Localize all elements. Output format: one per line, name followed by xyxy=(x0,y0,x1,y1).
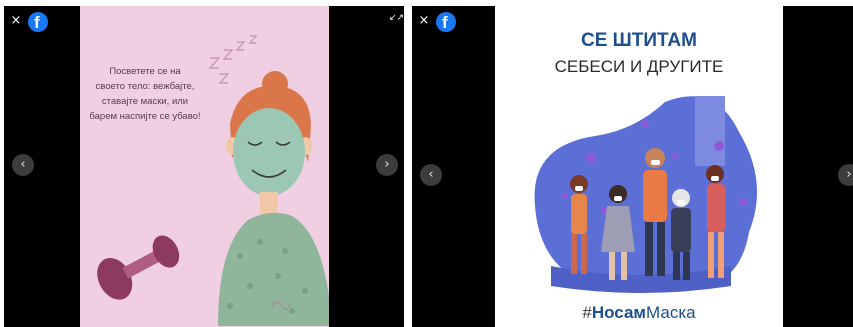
hashtag-prefix: # xyxy=(582,303,592,322)
people-wearing-masks-illustration xyxy=(534,96,757,293)
close-icon[interactable]: × xyxy=(417,14,431,28)
facebook-icon[interactable]: f xyxy=(28,12,48,32)
hashtag-regular: Маска xyxy=(646,303,696,322)
prev-slide-button[interactable]: ‹ xyxy=(12,154,34,176)
poster-hashtag: #НосамМаска xyxy=(495,303,783,323)
slide-caption: Посветете се на своето тело: вежбајте, с… xyxy=(89,66,201,122)
facebook-icon[interactable]: f xyxy=(436,12,456,32)
prev-slide-button[interactable]: ‹ xyxy=(420,164,442,186)
image-viewer-2: СЕ ШТИТАМ СЕБЕСИ И ДРУГИТЕ #НосамМаска ×… xyxy=(412,6,853,327)
expand-icon[interactable]: ↙↗ xyxy=(389,12,404,24)
close-icon[interactable]: × xyxy=(9,14,23,28)
next-slide-button[interactable]: › xyxy=(376,154,398,176)
dumbbell-icon xyxy=(97,235,180,300)
selfcare-illustration xyxy=(97,35,329,326)
next-slide-button[interactable]: › xyxy=(838,164,853,186)
image-viewer-1: Посветете се на своето тело: вежбајте, с… xyxy=(4,6,404,327)
hashtag-bold: Носам xyxy=(591,303,647,322)
sleep-z-icon xyxy=(208,35,258,84)
slide-illustration-selfcare: Посветете се на своето тело: вежбајте, с… xyxy=(80,6,329,327)
slide-poster-mask: СЕ ШТИТАМ СЕБЕСИ И ДРУГИТЕ #НосамМаска xyxy=(495,6,783,327)
